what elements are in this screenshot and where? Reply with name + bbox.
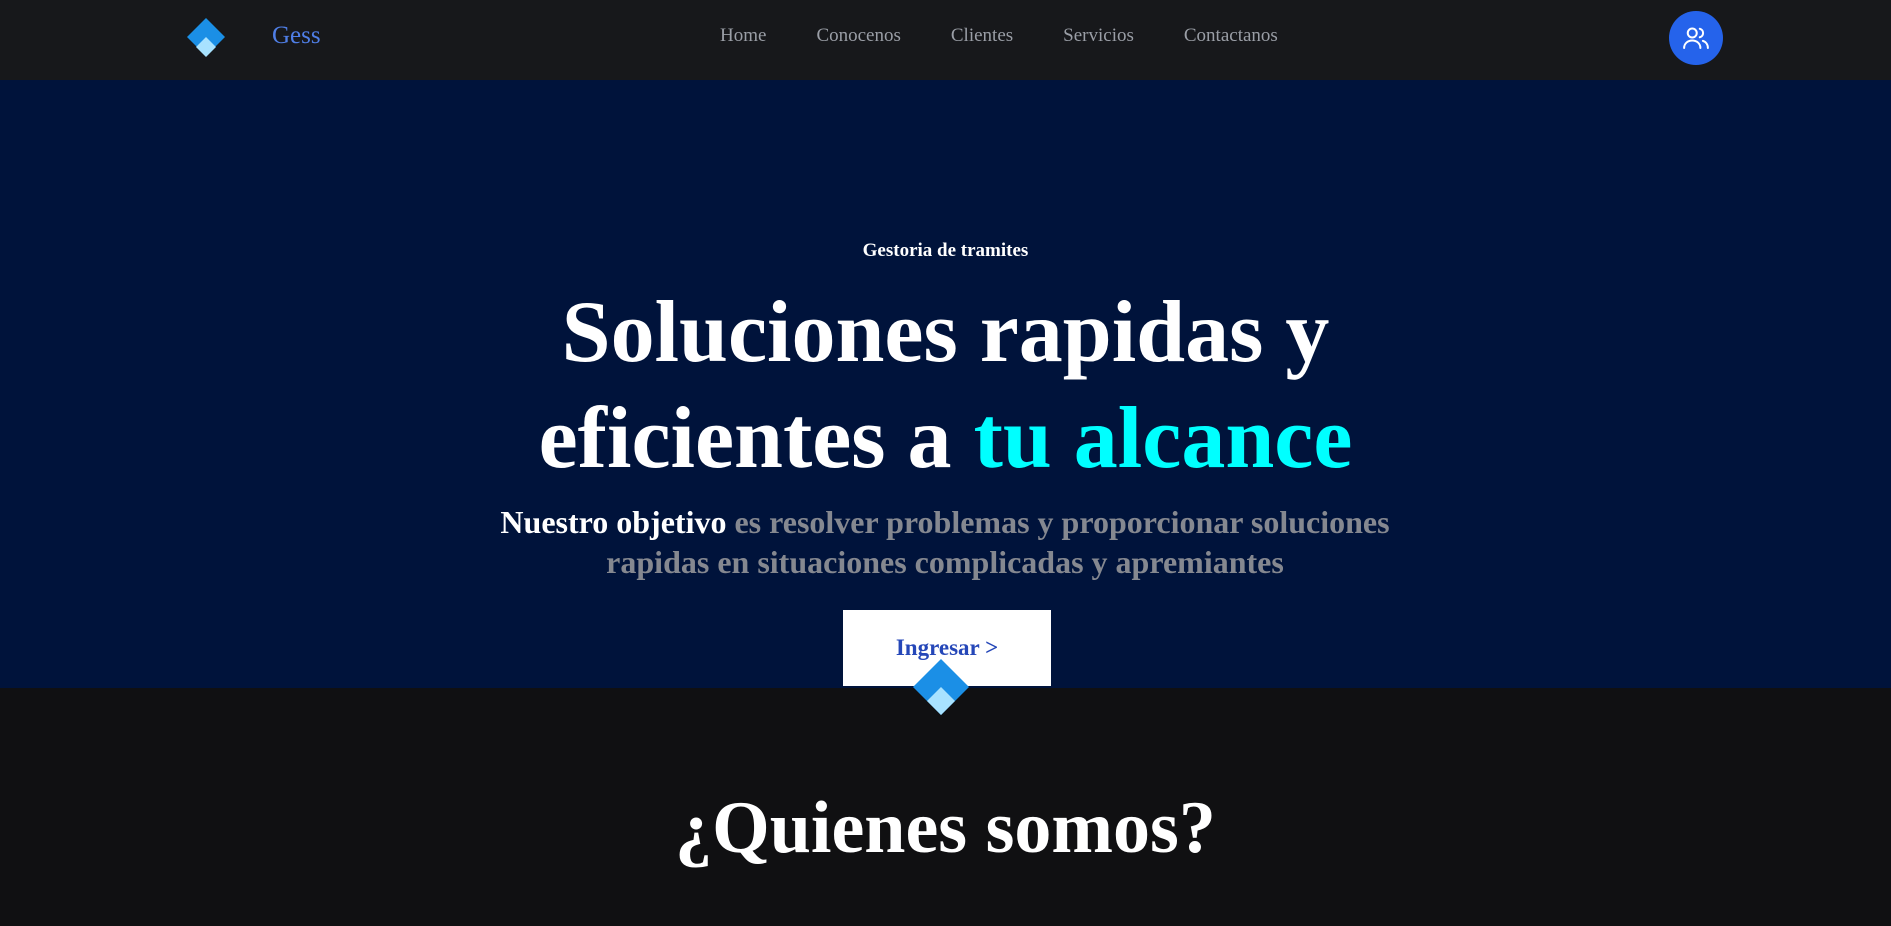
diamond-divider-icon bbox=[913, 659, 969, 715]
headline-line-2: eficientes a bbox=[538, 390, 974, 487]
brand-name-link[interactable]: Gess bbox=[272, 22, 321, 50]
users-icon bbox=[1683, 27, 1709, 49]
main-nav: Home Conocenos Clientes Servicios Contac… bbox=[720, 25, 1324, 47]
nav-link-home[interactable]: Home bbox=[720, 25, 766, 47]
subtitle-strong: Nuestro objetivo bbox=[500, 504, 727, 540]
user-account-button[interactable] bbox=[1669, 11, 1723, 65]
hero-headline: Soluciones rapidas y eficientes a tu alca… bbox=[0, 280, 1891, 492]
hero-section: Gestoria de tramites Soluciones rapidas … bbox=[0, 80, 1891, 688]
headline-accent: tu alcance bbox=[973, 390, 1353, 487]
brand-logo-icon[interactable] bbox=[183, 16, 229, 62]
headline-line-1: Soluciones rapidas y bbox=[561, 284, 1330, 381]
hero-eyebrow: Gestoria de tramites bbox=[862, 240, 1029, 261]
nav-link-clientes[interactable]: Clientes bbox=[951, 25, 1013, 47]
nav-link-servicios[interactable]: Servicios bbox=[1063, 25, 1134, 47]
nav-link-contactanos[interactable]: Contactanos bbox=[1184, 25, 1278, 47]
hero-subtitle: Nuestro objetivo es resolver problemas y… bbox=[445, 502, 1445, 582]
navbar: Gess Home Conocenos Clientes Servicios C… bbox=[0, 0, 1891, 80]
about-section-title: ¿Quienes somos? bbox=[675, 787, 1216, 869]
nav-link-conocenos[interactable]: Conocenos bbox=[816, 25, 900, 47]
